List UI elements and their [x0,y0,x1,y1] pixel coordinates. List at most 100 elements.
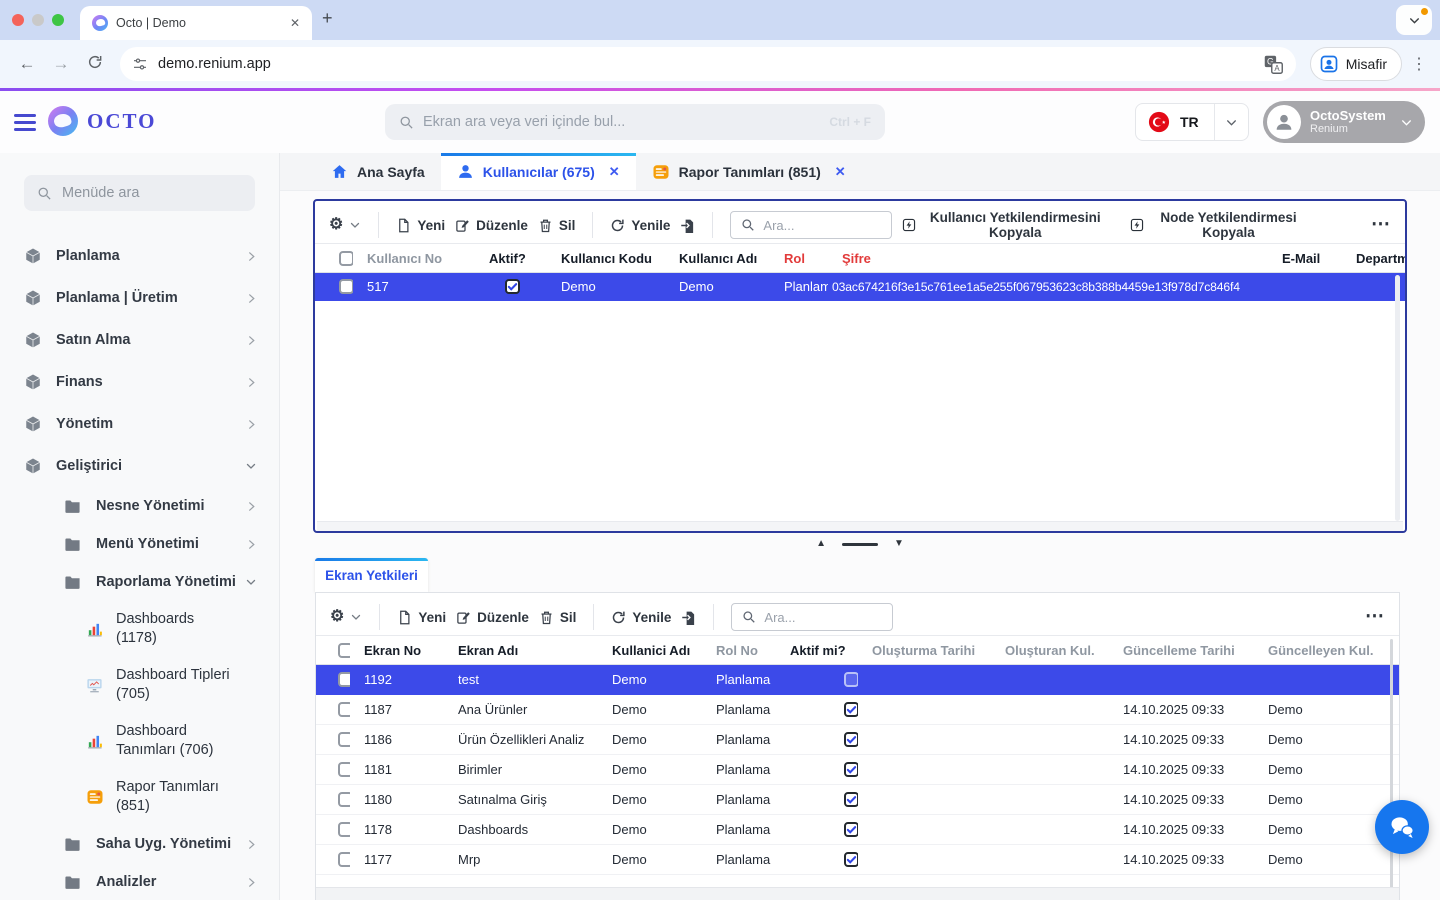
collapse-down-icon[interactable]: ▼ [894,539,904,549]
table-row[interactable]: 1186Ürün Özellikleri AnalizDemoPlanlama1… [316,725,1399,755]
table-row[interactable]: 1177MrpDemoPlanlama14.10.2025 09:33Demo [316,845,1399,875]
copy-user-auth-button[interactable]: Kullanıcı Yetkilendirmesini Kopyala [902,210,1108,240]
grid-search-input[interactable] [764,610,882,625]
chat-fab-button[interactable] [1375,800,1429,854]
table-row[interactable]: 1181BirimlerDemoPlanlama14.10.2025 09:33… [316,755,1399,785]
window-controls[interactable] [12,14,64,26]
splitter-handle[interactable] [842,543,878,546]
checkbox[interactable] [844,822,858,837]
column-header[interactable]: Ekran No [350,643,444,658]
close-tab-icon[interactable]: ✕ [609,164,620,180]
sidebar-item[interactable]: Yönetim [0,403,279,445]
edit-button[interactable]: Düzenle [456,610,529,625]
tab-ana-sayfa[interactable]: Ana Sayfa [315,153,441,190]
checkbox[interactable] [338,792,350,807]
sidebar-item[interactable]: Geliştirici [0,445,279,487]
delete-button[interactable]: Sil [538,218,576,233]
minimize-window-button[interactable] [32,14,44,26]
sidebar-item[interactable]: Saha Uyg. Yönetimi [0,825,279,863]
table-row[interactable]: 1187Ana ÜrünlerDemoPlanlama14.10.2025 09… [316,695,1399,725]
close-tab-icon[interactable]: ✕ [290,16,300,30]
delete-button[interactable]: Sil [539,610,577,625]
edit-button[interactable]: Düzenle [455,218,528,233]
copy-node-auth-button[interactable]: Node Yetkilendirmesi Kopyala [1130,210,1307,240]
column-header[interactable]: E-Mail [1268,251,1342,266]
column-header[interactable]: Güncelleme Tarihi [1109,643,1254,658]
browser-profile-button[interactable]: Misafir [1310,47,1402,81]
new-button[interactable]: Yeni [397,610,446,625]
app-logo[interactable]: OCTO [48,106,156,136]
checkbox[interactable] [339,279,353,294]
checkbox[interactable] [338,702,350,717]
forward-button[interactable]: → [44,54,78,74]
browser-tab[interactable]: Octo | Demo ✕ [80,6,312,40]
sidebar-item[interactable]: Nesne Yönetimi [0,487,279,525]
table-row[interactable]: 1192testDemoPlanlama [316,665,1399,695]
export-button[interactable] [681,610,696,625]
checkbox[interactable] [844,702,858,717]
column-header[interactable]: Oluşturma Tarihi [858,643,991,658]
checkbox[interactable] [338,852,350,867]
table-row[interactable]: 517DemoDemoPlanlama03ac674216f3e15c761ee… [315,273,1405,301]
language-dropdown-button[interactable] [1214,104,1248,140]
sidebar-item[interactable]: Raporlama Yönetimi [0,563,279,601]
overflow-menu-button[interactable]: ⋯ [1365,613,1385,621]
export-button[interactable] [680,218,695,233]
checkbox[interactable] [844,732,858,747]
column-header[interactable]: Ekran Adı [444,643,598,658]
vertical-scrollbar[interactable] [1395,275,1400,521]
sidebar-item[interactable]: Dashboard Tipleri (705) [0,657,279,713]
column-header[interactable]: Şifre [828,251,1268,266]
browser-menu-button[interactable]: ⋮ [1408,54,1430,74]
tab-kullan-c-lar-675-[interactable]: Kullanıcılar (675)✕ [441,153,636,190]
checkbox[interactable] [844,852,858,867]
checkbox[interactable] [844,762,858,777]
grid-search-input[interactable] [763,218,881,233]
sidebar-item[interactable]: Satın Alma [0,319,279,361]
reload-button[interactable] [78,54,112,75]
collapse-up-icon[interactable]: ▲ [816,539,826,549]
close-window-button[interactable] [12,14,24,26]
column-header[interactable]: Oluşturan Kul. [991,643,1109,658]
panel-splitter[interactable]: ▲ ▼ [313,539,1407,549]
user-menu-button[interactable]: OctoSystem Renium [1263,101,1425,143]
checkbox[interactable] [844,792,858,807]
column-header[interactable]: Kullanıcı Kodu [547,251,665,266]
hamburger-menu-button[interactable] [14,114,36,131]
checkbox[interactable] [844,672,858,687]
checkbox[interactable] [338,643,350,658]
settings-dropdown[interactable]: ⚙ [329,217,361,233]
checkbox[interactable] [338,672,350,687]
column-header[interactable]: Güncelleyen Kul. [1254,643,1399,658]
language-selector[interactable]: TR [1135,103,1249,141]
sidebar-search-input[interactable]: Menüde ara [24,175,255,211]
browser-dropdown-button[interactable] [1396,5,1432,35]
new-button[interactable]: Yeni [396,218,445,233]
sidebar-item[interactable]: Planlama [0,235,279,277]
sidebar-item[interactable]: Analizler [0,863,279,900]
close-tab-icon[interactable]: ✕ [835,164,846,180]
sidebar-item[interactable]: Dashboards (1178) [0,601,279,657]
checkbox[interactable] [505,279,520,294]
column-header[interactable]: Kullanıcı No [353,251,475,266]
global-search-input[interactable]: Ekran ara veya veri içinde bul... Ctrl +… [385,104,885,140]
new-tab-button[interactable]: + [322,8,333,29]
sidebar-item[interactable]: Planlama | Üretim [0,277,279,319]
checkbox[interactable] [338,732,350,747]
refresh-button[interactable]: Yenile [610,218,670,233]
settings-dropdown[interactable]: ⚙ [330,609,362,625]
column-header[interactable]: Kullanici Adı [598,643,702,658]
address-bar[interactable]: demo.renium.app GA [120,47,1296,81]
sidebar-item[interactable]: Rapor Tanımları (851) [0,769,279,825]
sidebar-item[interactable]: Finans [0,361,279,403]
column-header[interactable]: Rol No [702,643,776,658]
translate-icon[interactable]: GA [1263,54,1284,75]
checkbox[interactable] [339,251,353,266]
column-header[interactable]: Aktif mi? [776,643,858,658]
overflow-menu-button[interactable]: ⋯ [1371,221,1391,229]
tab-rapor-tan-mlar-851-[interactable]: Rapor Tanımları (851)✕ [636,153,862,190]
column-header[interactable]: Departm [1342,251,1405,266]
table-row[interactable]: 1178DashboardsDemoPlanlama14.10.2025 09:… [316,815,1399,845]
column-header[interactable]: Kullanıcı Adı [665,251,770,266]
checkbox[interactable] [338,762,350,777]
